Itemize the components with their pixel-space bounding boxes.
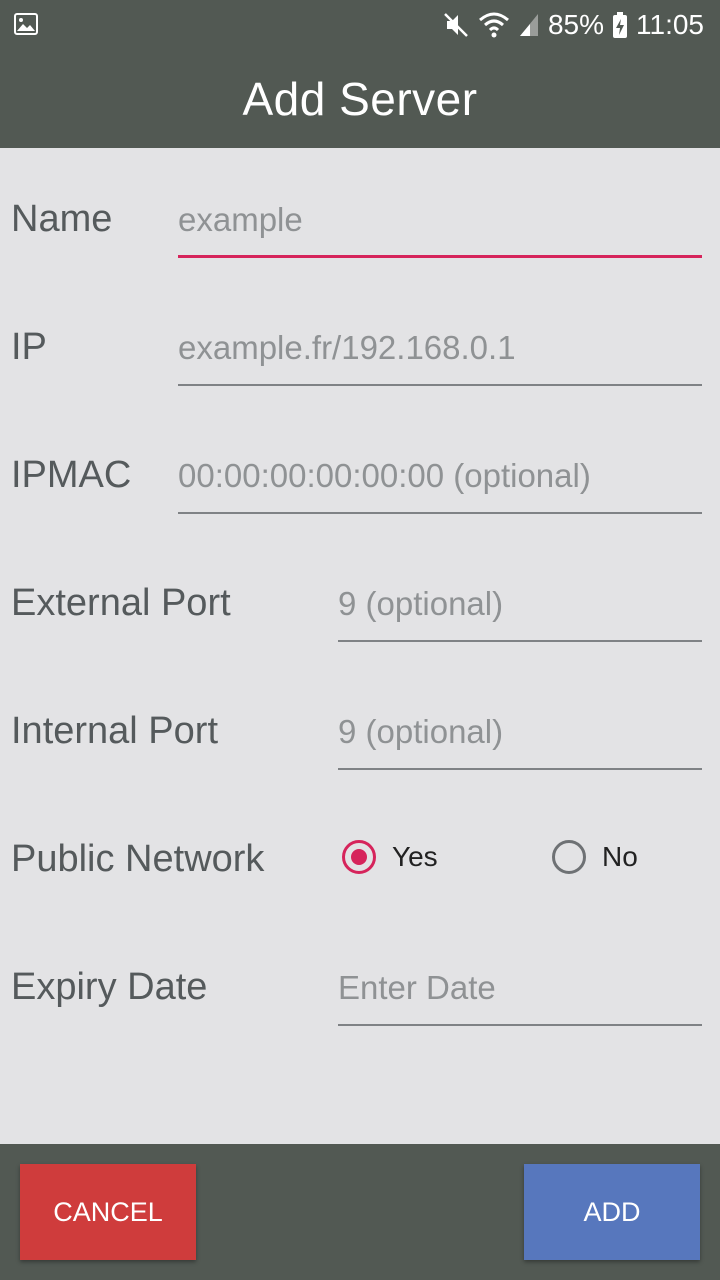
radio-no-indicator[interactable] bbox=[552, 840, 586, 874]
mute-icon bbox=[444, 13, 468, 37]
ipmac-input[interactable] bbox=[178, 446, 702, 506]
expiry-date-underline bbox=[338, 1024, 702, 1026]
expiry-date-label: Expiry Date bbox=[11, 966, 208, 1008]
clock: 11:05 bbox=[636, 9, 704, 40]
expiry-date-input[interactable] bbox=[338, 958, 702, 1018]
ip-input[interactable] bbox=[178, 318, 702, 378]
name-field-container bbox=[178, 190, 702, 258]
ipmac-field-container bbox=[178, 446, 702, 514]
radio-no-label: No bbox=[602, 841, 638, 872]
radio-no[interactable]: No bbox=[552, 840, 638, 874]
name-input[interactable] bbox=[178, 190, 702, 250]
battery-percent: 85% bbox=[547, 9, 604, 40]
cancel-button[interactable]: CANCEL bbox=[20, 1164, 196, 1260]
ipmac-underline bbox=[178, 512, 702, 514]
external-port-input[interactable] bbox=[338, 574, 702, 634]
name-underline bbox=[178, 255, 702, 258]
name-label: Name bbox=[11, 198, 113, 240]
battery-charging-icon bbox=[613, 12, 627, 38]
signal-icon bbox=[519, 14, 538, 36]
radio-yes[interactable]: Yes bbox=[342, 840, 438, 874]
ip-label: IP bbox=[11, 326, 47, 368]
external-port-field-container bbox=[338, 574, 702, 642]
internal-port-field-container bbox=[338, 702, 702, 770]
expiry-date-field-container bbox=[338, 958, 702, 1026]
add-button[interactable]: ADD bbox=[524, 1164, 700, 1260]
app-bar: Add Server bbox=[0, 50, 720, 148]
internal-port-input[interactable] bbox=[338, 702, 702, 762]
bottom-action-bar: CANCEL ADD bbox=[0, 1144, 720, 1280]
status-bar: 85% 11:05 bbox=[0, 0, 720, 50]
internal-port-underline bbox=[338, 768, 702, 770]
gallery-icon bbox=[14, 13, 38, 35]
external-port-underline bbox=[338, 640, 702, 642]
page-title: Add Server bbox=[242, 73, 478, 125]
wifi-icon bbox=[478, 12, 509, 38]
public-network-label: Public Network bbox=[11, 838, 265, 880]
external-port-label: External Port bbox=[11, 582, 231, 624]
ipmac-label: IPMAC bbox=[11, 454, 132, 496]
ip-field-container bbox=[178, 318, 702, 386]
internal-port-label: Internal Port bbox=[11, 710, 218, 752]
radio-yes-indicator[interactable] bbox=[342, 840, 376, 874]
ip-underline bbox=[178, 384, 702, 386]
radio-yes-label: Yes bbox=[392, 841, 438, 872]
